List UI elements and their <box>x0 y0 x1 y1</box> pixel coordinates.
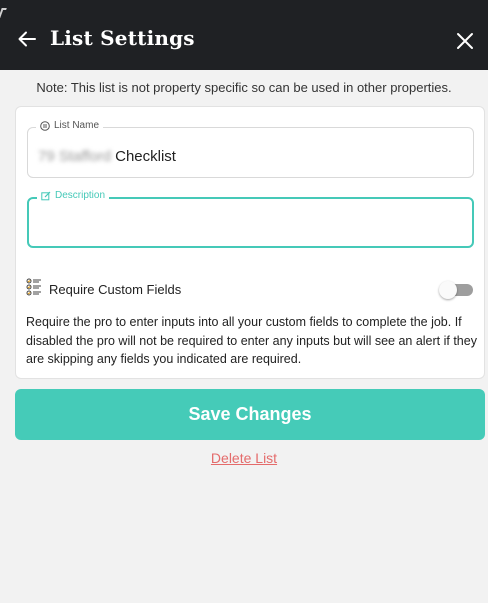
arrow-left-icon <box>18 31 36 47</box>
close-button[interactable] <box>454 30 476 52</box>
checklist-icon <box>26 278 41 296</box>
list-name-label: List Name <box>54 120 100 131</box>
list-name-legend: List Name <box>36 120 104 131</box>
description-field[interactable]: Description <box>27 190 474 248</box>
list-name-text: Checklist <box>115 148 176 165</box>
description-label: Description <box>55 190 106 201</box>
redacted-text: 79 Stafford <box>38 148 112 165</box>
list-circle-icon <box>40 120 50 131</box>
description-input[interactable] <box>37 215 462 239</box>
back-button[interactable] <box>16 28 38 50</box>
close-icon <box>457 33 473 49</box>
app-header: List Settings <box>0 0 488 70</box>
list-name-value[interactable]: 79 Stafford Checklist <box>38 148 176 165</box>
require-custom-fields-label: Require Custom Fields <box>49 282 182 297</box>
window-corner-mark <box>0 8 7 18</box>
property-note: Note: This list is not property specific… <box>36 80 452 95</box>
custom-fields-help: Require the pro to enter inputs into all… <box>26 315 477 366</box>
page-title: List Settings <box>50 26 195 50</box>
save-changes-button[interactable]: Save Changes <box>15 389 485 440</box>
list-name-field[interactable]: List Name 79 Stafford Checklist <box>27 120 474 178</box>
delete-list-link[interactable]: Delete List <box>0 450 488 466</box>
toggle-knob <box>439 281 457 299</box>
require-custom-fields-row: Require Custom Fields <box>26 278 476 300</box>
require-custom-fields-toggle[interactable] <box>439 281 473 299</box>
settings-card: List Name 79 Stafford Checklist Descripti… <box>15 106 485 379</box>
edit-icon <box>41 191 51 200</box>
description-legend: Description <box>37 190 110 201</box>
